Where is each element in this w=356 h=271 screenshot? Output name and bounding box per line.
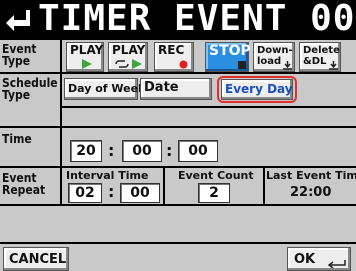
interval-time-label: Interval Time (66, 169, 149, 182)
title-bar: TIMER EVENT 001 (0, 0, 356, 39)
last-event-time-value: 22:00 (290, 185, 332, 200)
back-arrow-icon[interactable] (4, 6, 34, 34)
event-type-play-button[interactable]: PLAY (66, 42, 104, 72)
event-type-repeat-play-button[interactable]: PLAY (108, 42, 148, 72)
divider (62, 106, 356, 108)
download-icon (283, 61, 292, 70)
last-event-time-label: Last Event Time (266, 169, 356, 182)
enter-icon (328, 260, 346, 268)
event-type-download-button[interactable]: Down- load (253, 42, 295, 72)
schedule-every-day-button[interactable]: Every Day (221, 79, 293, 100)
time-colon: : (108, 141, 115, 160)
delete-download-icon (329, 61, 338, 70)
bottom-bar: CANCEL OK (0, 242, 356, 271)
event-type-delete-download-button[interactable]: Delete &DL (299, 42, 341, 72)
time-minute-field[interactable]: 00 (122, 140, 162, 162)
interval-hour-field[interactable]: 02 (68, 183, 102, 203)
time-row: Time 20 : 00 : 00 (0, 126, 356, 168)
time-hour-field[interactable]: 20 (70, 140, 102, 162)
event-count-label: Event Count (178, 169, 254, 182)
empty-row (0, 204, 356, 244)
play-icon (82, 59, 92, 69)
schedule-day-of-week-button[interactable]: Day of Week (64, 78, 145, 100)
divider (163, 168, 165, 206)
schedule-date-button[interactable]: Date (140, 78, 212, 100)
ok-button[interactable]: OK (287, 247, 351, 271)
repeat-play-icon (115, 59, 142, 69)
cancel-button[interactable]: CANCEL (3, 247, 69, 271)
time-second-field[interactable]: 00 (178, 140, 218, 162)
divider (60, 128, 62, 168)
divider (60, 40, 62, 74)
interval-colon: : (108, 182, 115, 201)
divider (60, 74, 62, 128)
event-type-stop-button[interactable]: STOP (205, 42, 251, 72)
time-colon: : (166, 141, 173, 160)
stop-icon (238, 61, 246, 69)
event-type-rec-button[interactable]: REC (154, 42, 194, 72)
event-type-label: Event Type (2, 42, 37, 68)
event-type-row: Event Type PLAY PLAY REC STOP Down- load (0, 38, 356, 74)
schedule-type-row: Schedule Type Day of Week Date Every Day (0, 72, 356, 128)
schedule-type-label: Schedule Type (2, 76, 58, 102)
divider (60, 168, 62, 206)
time-label: Time (2, 132, 32, 146)
interval-minute-field[interactable]: 00 (120, 183, 160, 203)
divider (263, 168, 265, 206)
event-repeat-label: Event Repeat (2, 171, 46, 197)
record-icon (179, 60, 188, 69)
event-repeat-row: Event Repeat Interval Time 02 : 00 Event… (0, 166, 356, 206)
event-count-field[interactable]: 2 (198, 183, 230, 203)
page-title: TIMER EVENT 001 (38, 0, 356, 39)
timer-event-screen: TIMER EVENT 001 Event Type PLAY PLAY REC… (0, 0, 356, 271)
